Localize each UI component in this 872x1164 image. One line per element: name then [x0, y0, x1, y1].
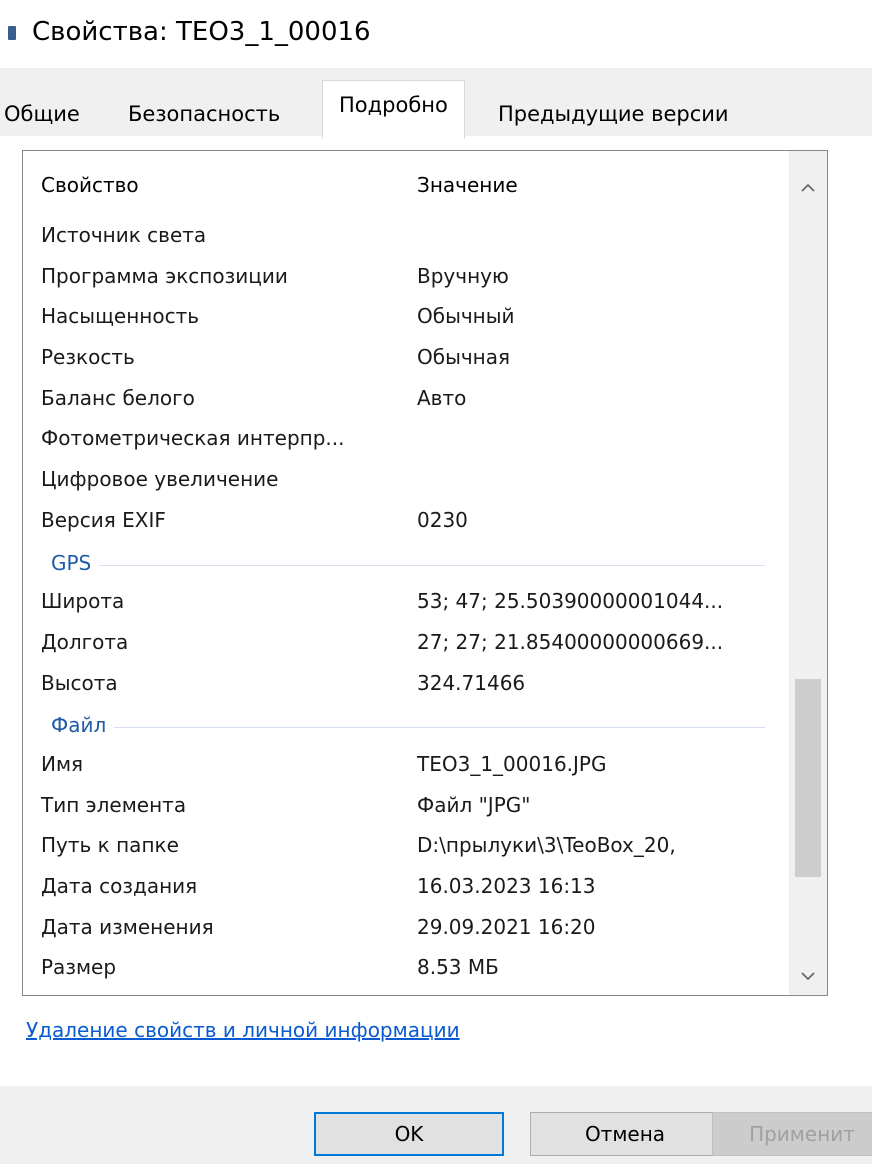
property-value: Обычная	[417, 345, 511, 370]
property-name: Имя	[41, 751, 84, 776]
remove-properties-link[interactable]: Удаление свойств и личной информации	[26, 1018, 460, 1042]
property-name: Программа экспозиции	[41, 263, 288, 288]
group-header-file[interactable]: Файл	[23, 703, 789, 744]
scrollbar-thumb[interactable]	[795, 679, 821, 877]
list-item[interactable]: Дата создания 16.03.2023 16:13	[23, 866, 789, 907]
group-label: GPS	[51, 550, 100, 575]
title-bar: Свойства: TEO3_1_00016	[0, 0, 872, 68]
property-value: Файл "JPG"	[417, 792, 531, 817]
list-item[interactable]: Версия EXIF 0230	[23, 500, 789, 541]
property-name: Баланс белого	[41, 385, 195, 410]
list-header: Свойство Значение	[23, 151, 789, 223]
properties-dialog: Свойства: TEO3_1_00016 Общие Безопасност…	[0, 0, 872, 1164]
tab-security[interactable]: Безопасность	[128, 92, 280, 136]
property-name: Дата изменения	[41, 914, 214, 939]
list-item[interactable]: Источник света	[23, 215, 789, 256]
list-item[interactable]: Широта 53; 47; 25.50390000001044...	[23, 581, 789, 622]
tab-details[interactable]: Подробно	[322, 80, 465, 139]
property-name: Насыщенность	[41, 304, 200, 329]
vertical-scrollbar[interactable]	[789, 151, 827, 995]
property-name: Дата создания	[41, 874, 198, 898]
group-header-gps[interactable]: GPS	[23, 541, 789, 582]
property-value: 8.53 МБ	[417, 955, 499, 980]
list-rows: Источник света Программа экспозиции Вруч…	[23, 215, 789, 988]
group-divider	[53, 564, 765, 566]
group-label: Файл	[51, 713, 115, 738]
property-name: Фотометрическая интерпр...	[41, 426, 345, 451]
list-item[interactable]: Программа экспозиции Вручную	[23, 256, 789, 297]
chevron-up-icon[interactable]	[789, 169, 827, 207]
property-value: 0230	[417, 507, 468, 532]
property-value: TEO3_1_00016.JPG	[417, 751, 607, 776]
property-value: Обычный	[417, 304, 515, 329]
property-value: 53; 47; 25.50390000001044...	[417, 589, 724, 614]
column-header-value[interactable]: Значение	[417, 173, 518, 197]
property-value: 16.03.2023 16:13	[417, 874, 596, 898]
property-value: Вручную	[417, 263, 509, 288]
property-name: Источник света	[41, 223, 207, 247]
list-item[interactable]: Резкость Обычная	[23, 337, 789, 378]
list-item[interactable]: Путь к папке D:\прылуки\3\TeoBox_20,	[23, 825, 789, 866]
list-item[interactable]: Баланс белого Авто	[23, 378, 789, 419]
property-name: Путь к папке	[41, 833, 179, 858]
property-value: D:\прылуки\3\TeoBox_20,	[417, 833, 676, 858]
apply-button[interactable]: Применит	[712, 1112, 872, 1156]
list-item[interactable]: Имя TEO3_1_00016.JPG	[23, 744, 789, 785]
list-item[interactable]: Размер 8.53 МБ	[23, 947, 789, 988]
cancel-button[interactable]: Отмена	[530, 1112, 720, 1156]
property-value: 29.09.2021 16:20	[417, 914, 596, 939]
file-icon	[8, 26, 16, 40]
property-name: Цифровое увеличение	[41, 467, 279, 492]
property-name: Долгота	[41, 629, 129, 654]
list-item[interactable]: Долгота 27; 27; 21.85400000000669...	[23, 622, 789, 663]
list-item[interactable]: Тип элемента Файл "JPG"	[23, 785, 789, 826]
window-title: Свойства: TEO3_1_00016	[32, 17, 371, 47]
list-item[interactable]: Фотометрическая интерпр...	[23, 418, 789, 459]
property-value: 27; 27; 21.85400000000669...	[417, 629, 724, 654]
properties-list[interactable]: Свойство Значение Источник света Програм…	[22, 150, 828, 996]
property-name: Версия EXIF	[41, 507, 166, 532]
list-item[interactable]: Высота 324.71466	[23, 663, 789, 704]
ok-button[interactable]: OK	[314, 1112, 504, 1156]
property-name: Широта	[41, 589, 125, 614]
property-name: Размер	[41, 955, 117, 980]
property-name: Тип элемента	[41, 792, 187, 817]
list-item[interactable]: Цифровое увеличение	[23, 459, 789, 500]
list-item[interactable]: Дата изменения 29.09.2021 16:20	[23, 907, 789, 948]
list-item[interactable]: Насыщенность Обычный	[23, 296, 789, 337]
property-value: 324.71466	[417, 670, 526, 695]
property-name: Резкость	[41, 345, 135, 370]
group-divider	[53, 727, 765, 729]
tab-general[interactable]: Общие	[4, 92, 80, 136]
property-name: Высота	[41, 670, 118, 695]
property-value: Авто	[417, 385, 467, 410]
chevron-down-icon[interactable]	[789, 957, 827, 995]
tab-strip: Общие Безопасность Подробно Предыдущие в…	[0, 80, 872, 139]
column-header-property[interactable]: Свойство	[41, 173, 139, 197]
tab-previous-versions[interactable]: Предыдущие версии	[498, 92, 729, 136]
